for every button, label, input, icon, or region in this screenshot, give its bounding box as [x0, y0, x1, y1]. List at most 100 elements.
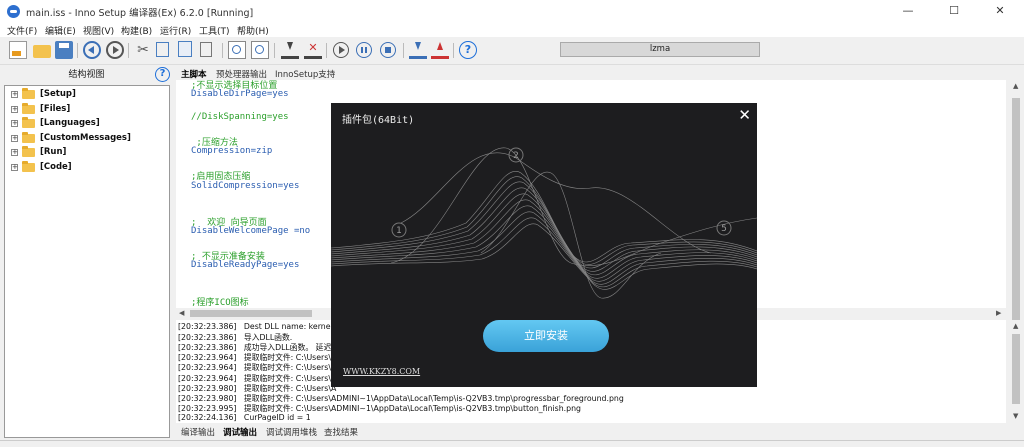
expand-icon[interactable]: +	[11, 163, 18, 171]
toolbar-separator	[274, 43, 275, 58]
scroll-thumb[interactable]	[1012, 98, 1020, 323]
scroll-down-icon[interactable]: ▼	[1013, 412, 1018, 420]
code-line: Compression=zip	[191, 146, 273, 157]
log-line: [20:32:24.136] CurPageID id = 1	[178, 412, 311, 422]
code-line: DisableReadyPage=yes	[191, 260, 300, 271]
forward-icon[interactable]	[106, 41, 124, 59]
paste-icon[interactable]	[178, 41, 192, 57]
tab-innosetup-support[interactable]: InnoSetup支持	[275, 68, 335, 80]
open-folder-icon[interactable]	[33, 45, 51, 58]
toolbar-separator	[326, 43, 327, 58]
maximize-button[interactable]: ☐	[931, 0, 977, 22]
menu-tools[interactable]: 工具(T)	[199, 24, 230, 37]
expand-icon[interactable]: +	[11, 134, 18, 142]
tab-debug-call-stack[interactable]: 调试调用堆栈	[266, 426, 317, 438]
pause-icon[interactable]	[356, 42, 372, 58]
find-replace-icon[interactable]	[251, 41, 269, 59]
folder-icon	[22, 88, 35, 99]
tree-item-files[interactable]: + [Files]	[5, 102, 169, 118]
tab-find-results[interactable]: 查找结果	[324, 426, 358, 438]
new-file-icon[interactable]	[9, 41, 27, 59]
stop-icon[interactable]	[380, 42, 396, 58]
structure-tree: + [Setup] + [Files] + [Languages] + [CustomM…	[4, 85, 170, 438]
help-icon[interactable]: ?	[459, 41, 477, 59]
marker-label: 5	[721, 224, 727, 234]
toolbar: ✂ ✕ ?	[0, 37, 1024, 65]
structure-panel: 结构视图 ? + [Setup] + [Files] + [Languages] +[…	[0, 66, 173, 439]
toolbar-separator	[128, 43, 129, 58]
expand-icon[interactable]: +	[11, 105, 18, 113]
code-line: //DiskSpanning=yes	[191, 112, 289, 123]
run-icon[interactable]	[333, 42, 349, 58]
code-line: DisableDirPage=yes	[191, 89, 289, 100]
scroll-right-icon[interactable]: ▶	[996, 309, 1001, 317]
app-icon	[7, 5, 20, 18]
toolbar-separator	[453, 43, 454, 58]
title-bar: main.iss - Inno Setup 编译器(Ex) 6.2.0 [Run…	[0, 0, 1024, 22]
copy-icon[interactable]	[156, 42, 169, 57]
menu-build[interactable]: 构建(B)	[121, 24, 152, 37]
code-line: DisableWelcomePage =no	[191, 226, 311, 237]
tree-item-languages[interactable]: + [Languages]	[5, 117, 169, 132]
toolbar-separator	[77, 43, 78, 58]
stop-compile-icon[interactable]: ✕	[304, 41, 322, 59]
marker-label: 2	[513, 151, 519, 161]
menu-run[interactable]: 运行(R)	[160, 24, 191, 37]
log-line: [20:32:23.386] Dest DLL name: kernel32.d	[178, 322, 351, 331]
folder-icon	[22, 131, 35, 143]
folder-icon	[22, 160, 35, 172]
menu-file[interactable]: 文件(F)	[7, 24, 37, 37]
code-line: ;程序ICO图标	[191, 297, 249, 308]
tab-main-script[interactable]: 主脚本	[181, 68, 207, 80]
folder-icon	[22, 117, 35, 128]
toolbar-separator	[403, 43, 404, 58]
step-out-icon[interactable]	[431, 41, 449, 59]
structure-help-icon[interactable]: ?	[155, 67, 170, 82]
website-link[interactable]: WWW.KKZY8.COM	[343, 367, 420, 376]
delete-icon[interactable]	[200, 42, 212, 57]
tree-item-setup[interactable]: + [Setup]	[5, 88, 169, 103]
menu-edit[interactable]: 编辑(E)	[45, 24, 76, 37]
editor-vertical-scrollbar[interactable]: ▲	[1008, 80, 1024, 323]
scroll-thumb[interactable]	[1012, 334, 1020, 404]
scroll-up-icon[interactable]: ▲	[1013, 322, 1018, 330]
scroll-up-icon[interactable]: ▲	[1013, 82, 1018, 90]
folder-icon	[22, 146, 35, 157]
tree-item-run[interactable]: + [Run]	[5, 146, 169, 161]
log-vertical-scrollbar[interactable]: ▲ ▼	[1008, 320, 1024, 424]
tree-item-custommessages[interactable]: + [CustomMessages]	[5, 131, 169, 147]
expand-icon[interactable]: +	[11, 149, 18, 156]
menu-view[interactable]: 视图(V)	[83, 24, 114, 37]
close-button[interactable]: ✕	[977, 0, 1023, 22]
find-icon[interactable]	[228, 41, 246, 59]
save-icon[interactable]	[55, 41, 73, 59]
tree-item-code[interactable]: + [Code]	[5, 160, 169, 176]
editor-tabs: 主脚本 预处理器输出 InnoSetup支持	[176, 66, 1011, 80]
back-icon[interactable]	[83, 41, 101, 59]
marker-label: 1	[396, 226, 402, 236]
window-title: main.iss - Inno Setup 编译器(Ex) 6.2.0 [Run…	[26, 8, 254, 19]
tab-preprocessor-output[interactable]: 预处理器输出	[216, 68, 267, 80]
scroll-left-icon[interactable]: ◀	[179, 309, 184, 317]
output-tabs: 编译输出 调试输出 调试调用堆栈 查找结果	[176, 424, 1011, 438]
compiler-indicator: lzma	[560, 42, 760, 57]
installer-dialog: 1 2 5 插件包(64Bit) ✕ 立即安装 WWW.KKZY8.COM	[331, 103, 757, 387]
menu-help[interactable]: 帮助(H)	[237, 24, 269, 37]
folder-icon	[22, 102, 35, 114]
install-now-button[interactable]: 立即安装	[483, 320, 609, 352]
menu-bar: 文件(F) 编辑(E) 视图(V) 构建(B) 运行(R) 工具(T) 帮助(H…	[0, 22, 1024, 37]
dialog-close-icon[interactable]: ✕	[738, 106, 751, 124]
tab-compile-output[interactable]: 编译输出	[181, 426, 215, 438]
minimize-button[interactable]: —	[885, 0, 931, 22]
code-line: SolidCompression=yes	[191, 180, 300, 191]
structure-header: 结构视图	[0, 66, 173, 84]
compile-icon[interactable]	[281, 41, 299, 59]
dialog-title: 插件包(64Bit)	[342, 115, 415, 126]
expand-icon[interactable]: +	[11, 91, 18, 98]
toolbar-separator	[222, 43, 223, 58]
scroll-thumb[interactable]	[190, 310, 312, 317]
tab-debug-output[interactable]: 调试输出	[223, 426, 257, 438]
cut-icon[interactable]: ✂	[134, 41, 152, 59]
expand-icon[interactable]: +	[11, 120, 18, 127]
step-into-icon[interactable]	[409, 41, 427, 59]
